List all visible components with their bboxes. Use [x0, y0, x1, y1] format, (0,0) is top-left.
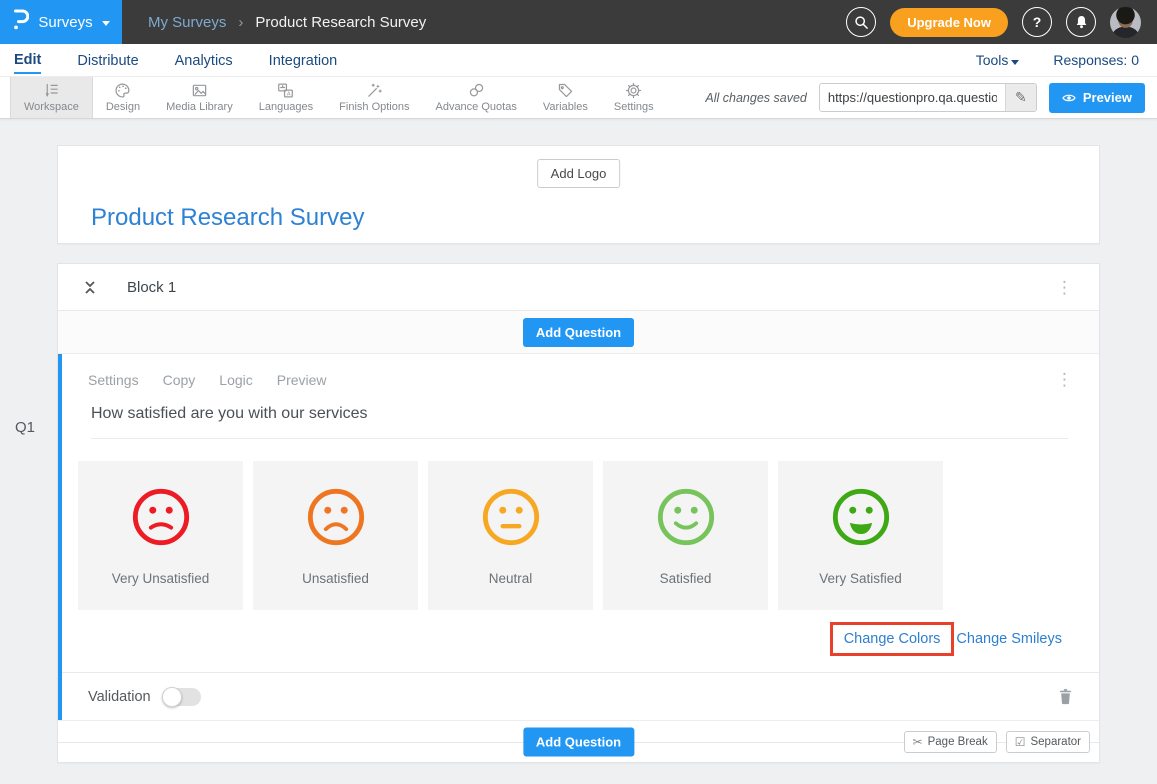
responses-count[interactable]: Responses: 0 — [1053, 52, 1139, 68]
question-card: Settings Copy Logic Preview ⋮ How satisf… — [58, 354, 1099, 720]
validation-label: Validation — [88, 689, 151, 705]
question-actions: Settings Copy Logic Preview ⋮ — [62, 354, 1099, 388]
translate-icon: A — [277, 82, 294, 99]
checkbox-checked-icon: ☑ — [1015, 735, 1026, 749]
breadcrumb-separator: › — [238, 14, 243, 31]
chain-links-icon — [468, 82, 485, 99]
preview-button[interactable]: Preview — [1049, 83, 1145, 113]
block-header: Block 1 ⋮ — [58, 264, 1099, 311]
add-question-button-bottom[interactable]: Add Question — [523, 727, 634, 756]
eye-icon — [1062, 93, 1076, 103]
question-text-wrap: How satisfied are you with our services — [91, 405, 1068, 439]
survey-header-card: Add Logo Product Research Survey — [57, 145, 1100, 244]
image-icon — [191, 82, 208, 99]
help-button[interactable]: ? — [1022, 7, 1052, 37]
smiley-unsatisfied-icon — [305, 486, 367, 548]
breadcrumb-current-survey: Product Research Survey — [255, 14, 426, 31]
question-logic-link[interactable]: Logic — [219, 372, 252, 388]
smiley-very-unsatisfied-icon — [130, 486, 192, 548]
option-unsatisfied[interactable]: Unsatisfied — [253, 461, 418, 610]
toolbar-item-media-library[interactable]: Media Library — [153, 77, 246, 118]
search-icon — [854, 15, 869, 30]
chevron-down-icon — [102, 21, 110, 26]
tab-distribute[interactable]: Distribute — [77, 47, 138, 73]
block-card: Block 1 ⋮ Add Question Settings Copy Log… — [57, 263, 1100, 763]
notifications-button[interactable] — [1066, 7, 1096, 37]
tab-edit[interactable]: Edit — [14, 46, 41, 74]
question-menu-kebab-icon[interactable]: ⋮ — [1056, 371, 1073, 388]
tab-integration[interactable]: Integration — [269, 47, 338, 73]
scissors-icon: ✂ — [913, 735, 923, 749]
save-status-text: All changes saved — [705, 91, 806, 105]
option-very-satisfied[interactable]: Very Satisfied — [778, 461, 943, 610]
option-neutral[interactable]: Neutral — [428, 461, 593, 610]
search-button[interactable] — [846, 7, 876, 37]
surveys-menu-label: Surveys — [38, 14, 92, 31]
collapse-block-icon[interactable] — [84, 281, 96, 294]
toolbar-item-settings[interactable]: Settings — [601, 77, 667, 118]
add-logo-button[interactable]: Add Logo — [537, 159, 621, 188]
option-very-unsatisfied[interactable]: Very Unsatisfied — [78, 461, 243, 610]
option-satisfied[interactable]: Satisfied — [603, 461, 768, 610]
questionpro-logo-icon — [12, 8, 29, 36]
breadcrumb: My Surveys › Product Research Survey — [148, 14, 426, 31]
smiley-satisfied-icon — [655, 486, 717, 548]
smiley-customize-links: Change Colors Change Smileys — [62, 622, 1099, 656]
question-number-label: Q1 — [15, 419, 35, 436]
block-title[interactable]: Block 1 — [127, 279, 176, 296]
question-preview-link[interactable]: Preview — [277, 372, 327, 388]
validation-row: Validation — [62, 672, 1099, 720]
survey-url-input[interactable] — [820, 84, 1005, 111]
surveys-product-menu[interactable]: Surveys — [0, 0, 122, 44]
gear-icon — [625, 82, 642, 99]
pencil-icon: ✎ — [1015, 89, 1027, 106]
delete-question-button[interactable] — [1058, 688, 1073, 705]
workspace-icon — [43, 82, 60, 99]
survey-url-group: ✎ — [819, 83, 1037, 112]
user-avatar[interactable] — [1110, 7, 1141, 38]
question-settings-link[interactable]: Settings — [88, 372, 139, 388]
validation-toggle[interactable] — [163, 688, 201, 706]
block-menu-kebab-icon[interactable]: ⋮ — [1056, 279, 1073, 296]
separator-button[interactable]: ☑ Separator — [1006, 731, 1090, 753]
toolbar-item-variables[interactable]: Variables — [530, 77, 601, 118]
question-copy-link[interactable]: Copy — [163, 372, 196, 388]
toolbar-item-advance-quotas[interactable]: Advance Quotas — [422, 77, 529, 118]
survey-section-tabs: Edit Distribute Analytics Integration To… — [0, 44, 1157, 77]
palette-icon — [114, 82, 131, 99]
toolbar-item-languages[interactable]: A Languages — [246, 77, 326, 118]
survey-title[interactable]: Product Research Survey — [91, 204, 364, 232]
toolbar-item-finish-options[interactable]: Finish Options — [326, 77, 422, 118]
breadcrumb-my-surveys[interactable]: My Surveys — [148, 14, 226, 31]
add-question-strip-top: Add Question — [58, 311, 1099, 354]
toolbar-item-design[interactable]: Design — [93, 77, 153, 118]
smiley-very-satisfied-icon — [830, 486, 892, 548]
tools-menu[interactable]: Tools — [976, 52, 1020, 68]
chevron-down-icon — [1011, 60, 1019, 65]
edit-url-button[interactable]: ✎ — [1005, 84, 1036, 111]
editor-toolbar: Workspace Design Media Library A Languag… — [0, 77, 1157, 119]
change-colors-link[interactable]: Change Colors — [844, 631, 941, 647]
toolbar-item-workspace[interactable]: Workspace — [10, 77, 93, 118]
question-mark-icon: ? — [1033, 14, 1042, 30]
block-footer: Add Question ✂ Page Break ☑ Separator — [58, 720, 1099, 762]
toggle-knob — [162, 687, 182, 707]
question-text[interactable]: How satisfied are you with our services — [91, 405, 368, 422]
trash-icon — [1058, 688, 1073, 705]
change-smileys-link[interactable]: Change Smileys — [956, 631, 1062, 647]
add-question-button-top[interactable]: Add Question — [523, 318, 634, 347]
upgrade-now-button[interactable]: Upgrade Now — [890, 8, 1008, 37]
smiley-neutral-icon — [480, 486, 542, 548]
svg-text:A: A — [287, 92, 291, 98]
smiley-options-row: Very Unsatisfied Unsatisfied — [78, 461, 1099, 610]
page-break-button[interactable]: ✂ Page Break — [904, 731, 997, 753]
magic-wand-icon — [366, 82, 383, 99]
tag-icon — [557, 82, 574, 99]
tab-analytics[interactable]: Analytics — [175, 47, 233, 73]
annotation-highlight-box: Change Colors — [830, 622, 955, 656]
survey-editor-canvas: Q1 Add Logo Product Research Survey Bloc… — [0, 119, 1157, 763]
bell-icon — [1074, 14, 1089, 30]
top-navigation-bar: Surveys My Surveys › Product Research Su… — [0, 0, 1157, 44]
